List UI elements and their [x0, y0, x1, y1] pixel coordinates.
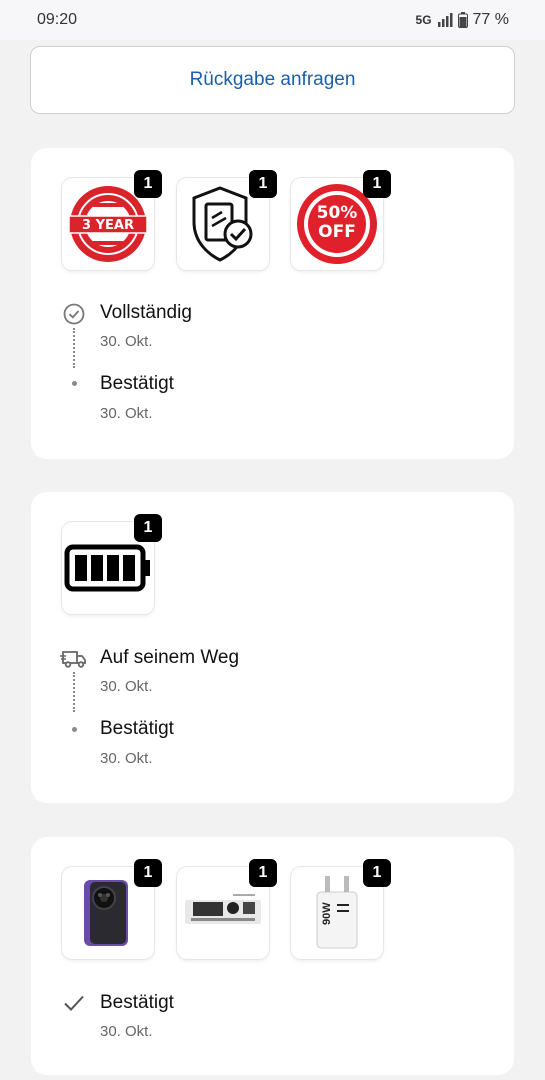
- charger-label: 90W: [321, 902, 333, 925]
- check-icon: [64, 995, 84, 1011]
- timeline-dot: [72, 727, 77, 732]
- order-card: 3 YEAR 1 1 50% OFF 1 Vollständig 30. Okt…: [31, 148, 514, 459]
- timeline-status: Vollständig: [100, 302, 192, 323]
- quantity-badge: 1: [249, 170, 277, 198]
- status-indicators: 5G 77 %: [416, 11, 509, 29]
- product-thumbnail[interactable]: 3 YEAR 1: [62, 170, 162, 270]
- product-thumbnail[interactable]: 50% OFF 1: [291, 170, 391, 270]
- product-thumbnail[interactable]: 1: [62, 859, 162, 959]
- order-card: 1 1 90W 1 Bestätigt 30. Okt.: [31, 837, 514, 1075]
- charging-dock-icon: [185, 894, 261, 924]
- timeline-date: 30. Okt.: [100, 750, 153, 767]
- product-thumbnail[interactable]: 1: [177, 859, 277, 959]
- network-type: 5G: [415, 13, 432, 27]
- quantity-badge: 1: [134, 514, 162, 542]
- request-return-label: Rückgabe anfragen: [189, 69, 356, 90]
- timeline-date: 30. Okt.: [100, 333, 153, 350]
- smartphone-icon: [84, 880, 128, 946]
- discount-label: 50% OFF: [316, 203, 358, 242]
- status-time: 09:20: [37, 11, 78, 28]
- quantity-badge: 1: [363, 859, 391, 887]
- delivery-truck-icon: [60, 651, 86, 668]
- timeline-date: 30. Okt.: [100, 1023, 153, 1040]
- status-bar: 09:20 5G 77 %: [0, 0, 545, 40]
- timeline-date: 30. Okt.: [100, 678, 153, 695]
- quantity-badge: 1: [363, 170, 391, 198]
- product-thumbnail[interactable]: 1: [177, 170, 277, 270]
- product-thumbnail[interactable]: 90W 1: [291, 859, 391, 959]
- svg-text:3 YEAR: 3 YEAR: [82, 218, 134, 233]
- timeline-status: Auf seinem Weg: [100, 647, 240, 668]
- timeline-connector: [73, 328, 75, 368]
- product-thumbnail[interactable]: 1: [62, 514, 162, 614]
- timeline-status: Bestätigt: [100, 992, 174, 1013]
- timeline-connector: [73, 672, 75, 712]
- timeline-date: 30. Okt.: [100, 405, 153, 422]
- charger-icon: [316, 876, 358, 949]
- order-card: 1 Auf seinem Weg 30. Okt. Bestätigt 30. …: [31, 492, 514, 803]
- quantity-badge: 1: [134, 859, 162, 887]
- battery-percent: 77 %: [472, 11, 509, 28]
- timeline-status: Bestätigt: [100, 373, 174, 394]
- timeline-status: Bestätigt: [100, 718, 174, 739]
- timeline-dot: [72, 381, 77, 386]
- request-return-button[interactable]: Rückgabe anfragen: [30, 46, 515, 114]
- battery-status-icon: [457, 12, 468, 28]
- quantity-badge: 1: [249, 859, 277, 887]
- signal-icon: [437, 13, 453, 27]
- quantity-badge: 1: [134, 170, 162, 198]
- shield-document-icon: [192, 186, 253, 262]
- check-circle-icon: [63, 303, 85, 325]
- battery-icon: [64, 544, 150, 592]
